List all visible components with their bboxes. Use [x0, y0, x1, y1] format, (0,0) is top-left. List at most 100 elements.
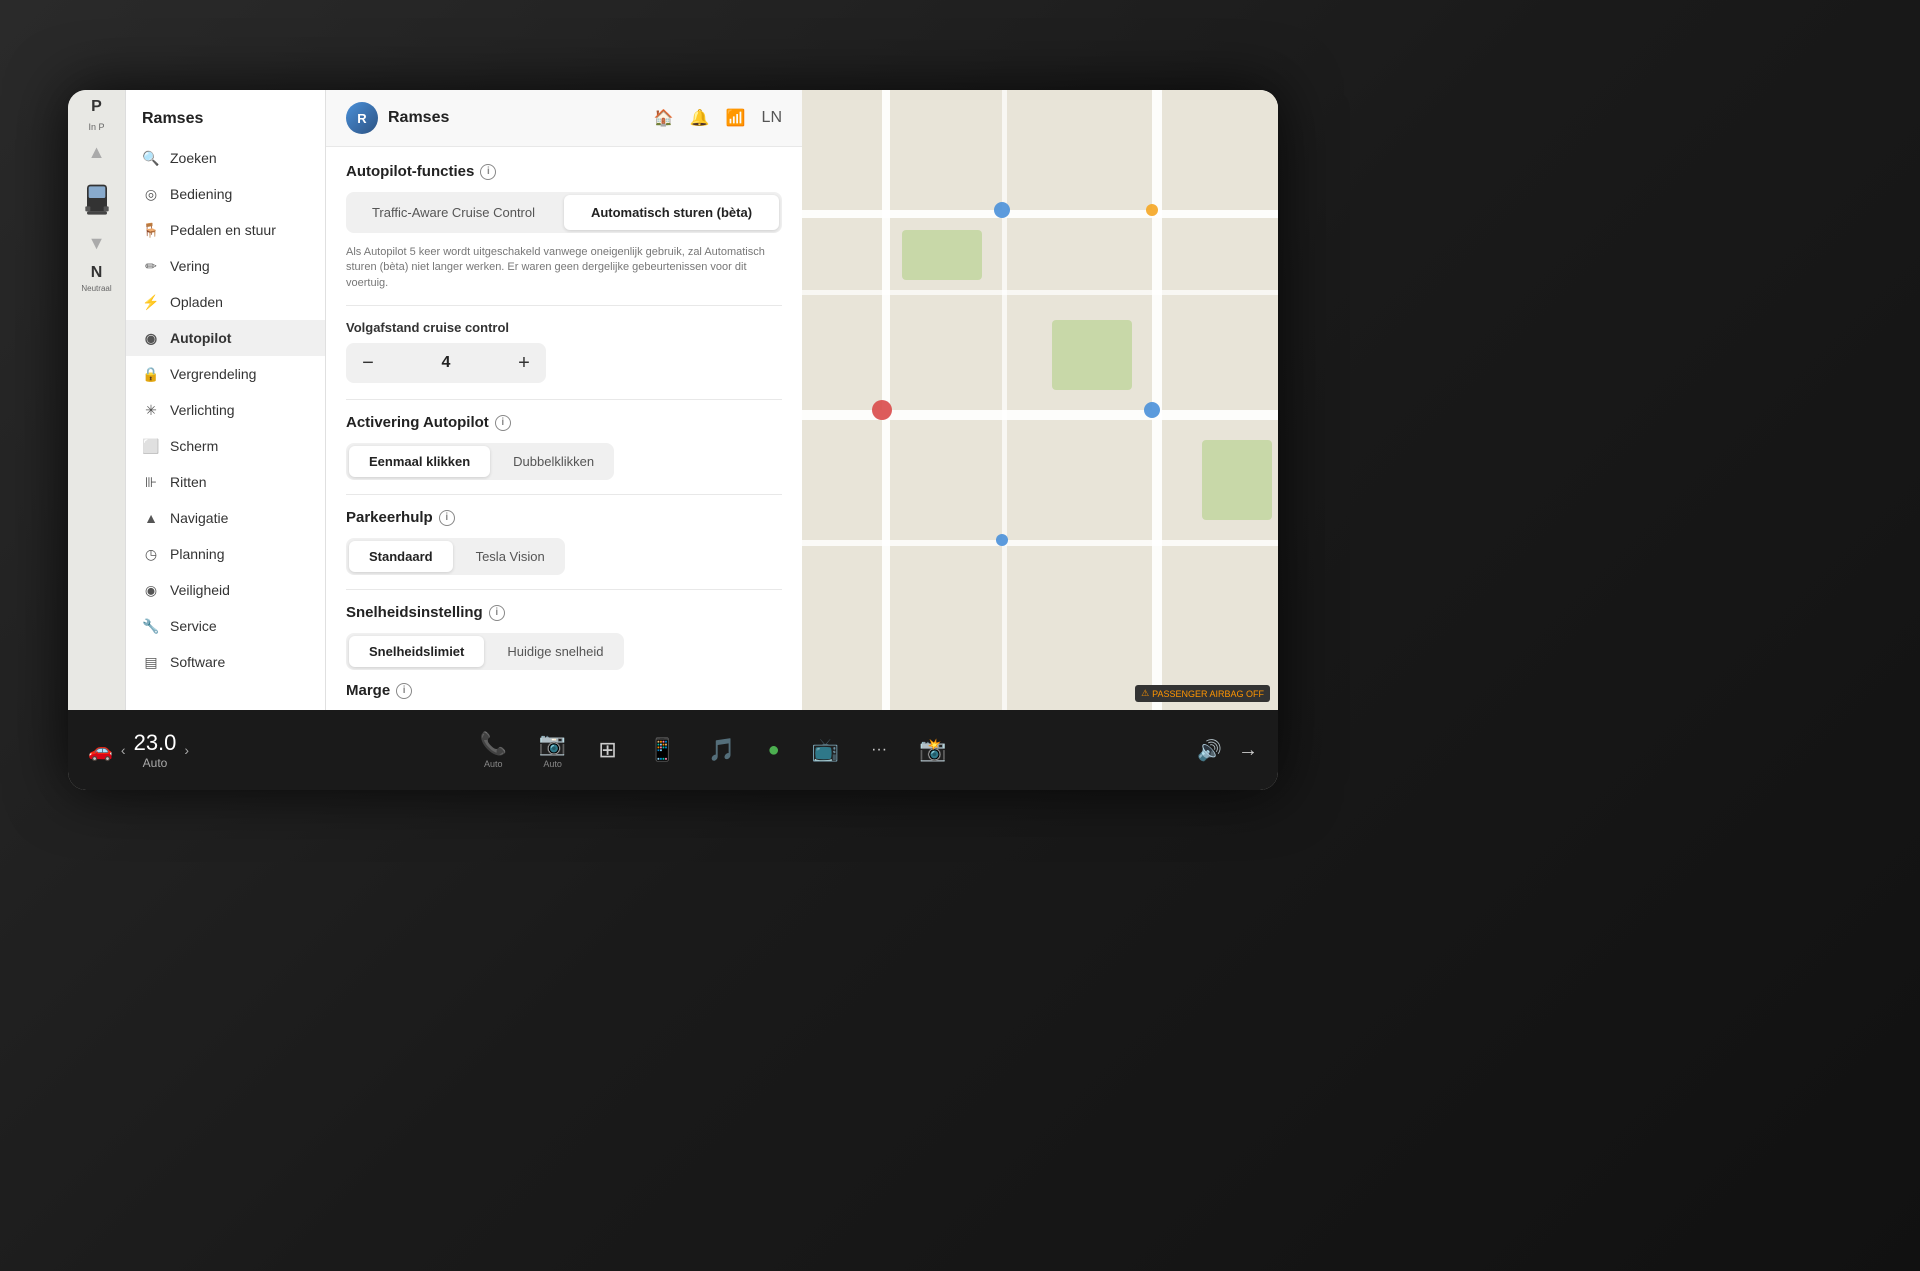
- activation-info-icon[interactable]: i: [495, 415, 511, 431]
- controls-icon: ◎: [142, 185, 160, 203]
- phone-icon[interactable]: 📱: [649, 737, 676, 763]
- wifi-icon[interactable]: 📶: [726, 108, 746, 128]
- camera-icon[interactable]: 📸: [919, 737, 946, 763]
- activation-section: Activering Autopilot i Eenmaal klikken D…: [346, 414, 782, 480]
- nav-forward-icon[interactable]: →: [1238, 739, 1258, 762]
- sidebar-item-verlichting[interactable]: ✳ Verlichting: [126, 392, 325, 428]
- display-icon: ⬜: [142, 437, 160, 455]
- sidebar-item-pedalen[interactable]: 🪑 Pedalen en stuur: [126, 212, 325, 248]
- more-icon[interactable]: ···: [871, 741, 887, 759]
- lighting-icon: ✳: [142, 401, 160, 419]
- autopilot-icon: ◉: [142, 329, 160, 347]
- user-icon[interactable]: LN: [762, 109, 782, 127]
- single-click-btn[interactable]: Eenmaal klikken: [349, 446, 490, 477]
- sidebar-item-navigatie[interactable]: ▲ Navigatie: [126, 500, 325, 536]
- divider-4: [346, 589, 782, 590]
- arrow-down-icon: ▼: [88, 233, 106, 254]
- sidebar-item-bediening[interactable]: ◎ Bediening: [126, 176, 325, 212]
- parking-section: Parkeerhulp i Standaard Tesla Vision: [346, 509, 782, 575]
- sidebar-item-vering[interactable]: ✏ Vering: [126, 248, 325, 284]
- trips-icon: ⊪: [142, 473, 160, 491]
- sidebar-item-scherm[interactable]: ⬜ Scherm: [126, 428, 325, 464]
- traffic-aware-btn[interactable]: Traffic-Aware Cruise Control: [346, 192, 561, 233]
- parking-info-icon[interactable]: i: [439, 510, 455, 526]
- speed-section: Snelheidsinstelling i Snelheidslimiet Hu…: [346, 604, 782, 670]
- safety-icon: ◉: [142, 581, 160, 599]
- map-background: [802, 90, 1278, 710]
- music-icon[interactable]: 🎵: [708, 737, 735, 763]
- airbag-badge: ⚠ PASSENGER AIRBAG OFF: [1135, 685, 1270, 702]
- map-svg: [802, 90, 1278, 710]
- temp-display: 23.0 Auto: [134, 730, 177, 770]
- sidebar-item-autopilot[interactable]: ◉ Autopilot: [126, 320, 325, 356]
- software-icon: ▤: [142, 653, 160, 671]
- speed-limit-btn[interactable]: Snelheidslimiet: [349, 636, 484, 667]
- stepper-value: 4: [390, 354, 502, 372]
- airbag-label: PASSENGER AIRBAG OFF: [1152, 689, 1264, 699]
- follow-distance-label: Volgafstand cruise control: [346, 320, 782, 335]
- volume-icon[interactable]: 🔊: [1197, 738, 1222, 763]
- search-icon: 🔍: [142, 149, 160, 167]
- header-icons: 🏠 🔔 📶 LN: [654, 108, 782, 128]
- sidebar-item-service[interactable]: 🔧 Service: [126, 608, 325, 644]
- standaard-btn[interactable]: Standaard: [349, 541, 453, 572]
- follow-distance-section: Volgafstand cruise control − 4 +: [346, 320, 782, 383]
- temp-increase-btn[interactable]: ›: [184, 742, 189, 758]
- auto-steer-btn[interactable]: Automatisch sturen (bèta): [564, 195, 779, 230]
- double-click-btn[interactable]: Dubbelklikken: [493, 443, 614, 480]
- autopilot-toggle-group: Traffic-Aware Cruise Control Automatisch…: [346, 192, 782, 233]
- temp-decrease-btn[interactable]: ‹: [121, 742, 126, 758]
- sidebar-item-zoeken[interactable]: 🔍 Zoeken: [126, 140, 325, 176]
- sidebar-item-planning[interactable]: ◷ Planning: [126, 536, 325, 572]
- screen-bezel: P In P ▲ ▼ N Neutraal Ramses: [68, 90, 1278, 790]
- tesla-screen: P In P ▲ ▼ N Neutraal Ramses: [68, 90, 1278, 790]
- settings-header: R Ramses 🏠 🔔 📶 LN: [326, 90, 802, 147]
- phone-call-label: Auto: [484, 759, 503, 769]
- speed-toggle: Snelheidslimiet Huidige snelheid: [346, 633, 624, 670]
- phone-call-icon[interactable]: 📞: [480, 731, 507, 757]
- current-speed-btn[interactable]: Huidige snelheid: [487, 633, 623, 670]
- sidebar-item-software[interactable]: ▤ Software: [126, 644, 325, 680]
- phone-call-group: 📞 Auto: [480, 731, 507, 769]
- service-icon: 🔧: [142, 617, 160, 635]
- navigation-icon: ▲: [142, 509, 160, 527]
- neutral-label: Neutraal: [81, 284, 111, 293]
- settings-username: Ramses: [388, 109, 644, 127]
- status-strip: P In P ▲ ▼ N Neutraal: [68, 90, 126, 710]
- sidebar-item-veiligheid[interactable]: ◉ Veiligheid: [126, 572, 325, 608]
- activation-title: Activering Autopilot i: [346, 414, 782, 431]
- temp-value: 23.0: [134, 730, 177, 756]
- parking-toggle: Standaard Tesla Vision: [346, 538, 565, 575]
- taskbar-car-icon[interactable]: 🚗: [88, 738, 113, 763]
- nav-sidebar: Ramses 🔍 Zoeken ◎ Bediening 🪑 Pedalen en…: [126, 90, 326, 710]
- divider-3: [346, 494, 782, 495]
- margin-info-icon[interactable]: i: [396, 683, 412, 699]
- stepper-plus-btn[interactable]: +: [502, 343, 546, 383]
- lock-icon: 🔒: [142, 365, 160, 383]
- arrow-up-icon: ▲: [88, 142, 106, 163]
- speed-info-icon[interactable]: i: [489, 605, 505, 621]
- planning-icon: ◷: [142, 545, 160, 563]
- tesla-vision-btn[interactable]: Tesla Vision: [456, 538, 565, 575]
- app-icon[interactable]: 📺: [812, 737, 839, 763]
- speed-title: Snelheidsinstelling i: [346, 604, 782, 621]
- stepper-minus-btn[interactable]: −: [346, 343, 390, 383]
- car-status-icon: [79, 173, 115, 223]
- autopilot-info-icon[interactable]: i: [480, 164, 496, 180]
- bell-icon[interactable]: 🔔: [690, 108, 710, 128]
- spotify-icon[interactable]: ●: [768, 739, 780, 762]
- margin-title: Marge i: [346, 682, 782, 699]
- grid-icon[interactable]: ⊞: [598, 737, 616, 763]
- parking-title: Parkeerhulp i: [346, 509, 782, 526]
- sidebar-item-opladen[interactable]: ⚡ Opladen: [126, 284, 325, 320]
- settings-panel: R Ramses 🏠 🔔 📶 LN Autopilot-functies: [326, 90, 802, 710]
- dashcam-icon[interactable]: 📷: [539, 731, 566, 757]
- temp-auto-label: Auto: [134, 756, 177, 770]
- settings-content: Autopilot-functies i Traffic-Aware Cruis…: [326, 147, 802, 710]
- pedals-icon: 🪑: [142, 221, 160, 239]
- sidebar-item-vergrendeling[interactable]: 🔒 Vergrendeling: [126, 356, 325, 392]
- in-gear-label: In P: [88, 122, 104, 132]
- home-icon[interactable]: 🏠: [654, 108, 674, 128]
- divider-2: [346, 399, 782, 400]
- sidebar-item-ritten[interactable]: ⊪ Ritten: [126, 464, 325, 500]
